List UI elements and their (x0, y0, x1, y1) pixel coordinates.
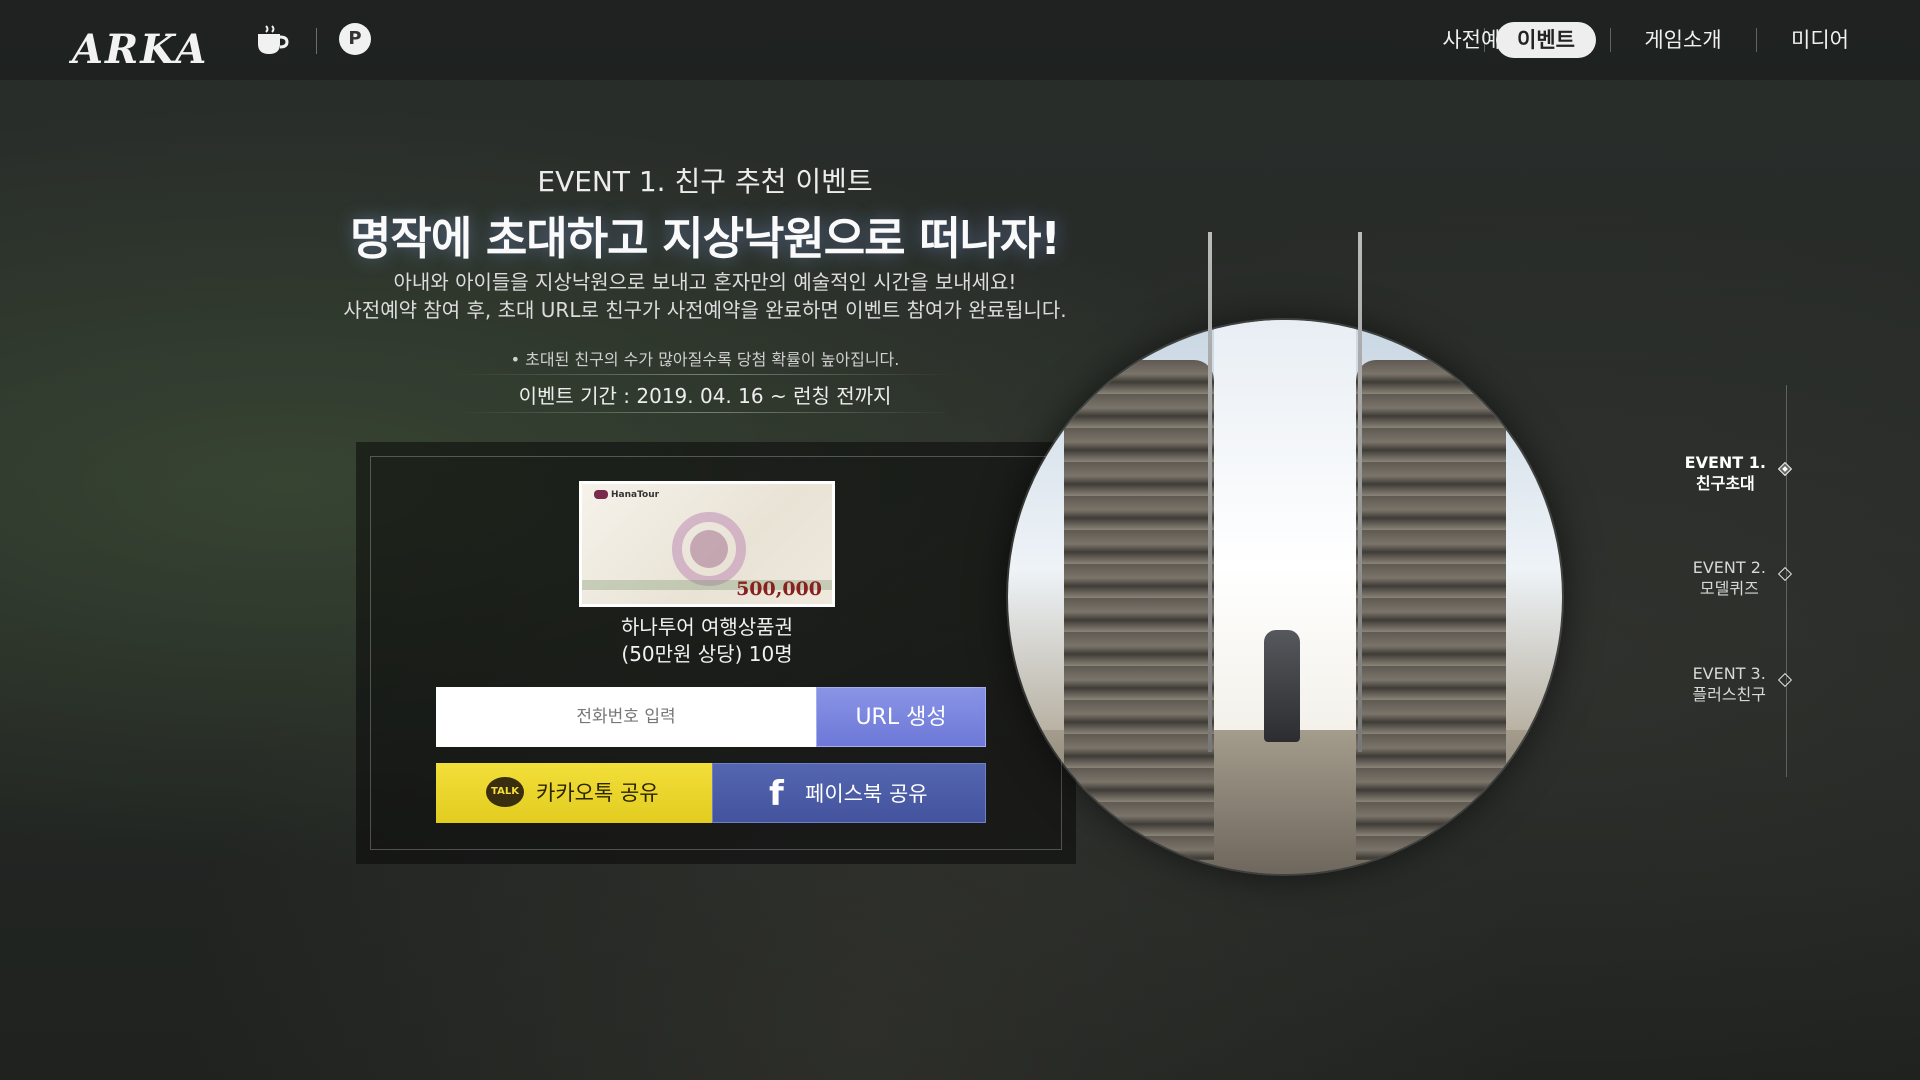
temple-gate-image (1008, 320, 1562, 874)
warrior-figure (1264, 630, 1300, 742)
nav-event[interactable]: 이벤트 (1496, 22, 1596, 58)
desc-line-1: 아내와 아이들을 지상낙원으로 보내고 혼자만의 예술적인 시간을 보내세요! (393, 270, 1017, 294)
event-title: 명작에 초대하고 지상낙원으로 떠나자! (350, 212, 1061, 265)
voucher-brand: HanaTour (594, 490, 659, 500)
prize-line-2: (50만원 상당) 10명 (621, 642, 793, 666)
gate-left-tower (1064, 360, 1214, 860)
side-nav-event-name: 모델퀴즈 (1699, 579, 1759, 598)
globe-center (690, 530, 728, 568)
desc-line-2: 사전예약 참여 후, 초대 URL로 친구가 사전예약을 완료하면 이벤트 참여… (343, 298, 1067, 322)
diamond-icon (1777, 566, 1793, 582)
prize-description: 하나투어 여행상품권 (50만원 상당) 10명 (560, 614, 854, 668)
nav-separator (1610, 28, 1611, 52)
diamond-icon (1777, 461, 1793, 477)
header-divider (316, 28, 317, 54)
event-period: 이벤트 기간 : 2019. 04. 16 ~ 런칭 전까지 (518, 384, 892, 408)
gate-frame-left (1208, 232, 1212, 752)
arka-logo[interactable]: ARKA (72, 10, 222, 73)
generate-url-button[interactable]: URL 생성 (816, 687, 986, 747)
event-note: • 초대된 친구의 수가 많아질수록 당첨 확률이 높아집니다. (510, 350, 900, 369)
event-description: 아내와 아이들을 지상낙원으로 보내고 혼자만의 예술적인 시간을 보내세요! … (300, 268, 1110, 324)
gate-right-tower (1356, 360, 1506, 860)
diamond-icon (1777, 672, 1793, 688)
nav-game-intro[interactable]: 게임소개 (1618, 22, 1748, 58)
phone-number-input[interactable] (436, 687, 816, 747)
hanatour-voucher-image: HanaTour 500,000 (582, 484, 832, 604)
side-nav-label: EVENT 3. 플러스친구 (1692, 663, 1766, 705)
nav-media[interactable]: 미디어 (1760, 22, 1880, 58)
hanatour-logo-icon (594, 490, 608, 499)
facebook-share-button[interactable]: f 페이스북 공유 (712, 763, 986, 823)
voucher-amount: 500,000 (736, 578, 822, 600)
prize-line-1: 하나투어 여행상품권 (621, 615, 793, 639)
header-bar: ARKA P 사전예약 이벤트 게임소개 미디어 (0, 0, 1920, 80)
kakaotalk-share-button[interactable]: TALK 카카오톡 공유 (436, 763, 712, 823)
side-nav-event-name: 플러스친구 (1692, 685, 1766, 704)
side-nav-event-number: EVENT 3. (1692, 664, 1766, 683)
side-nav-label: EVENT 2. 모델퀴즈 (1693, 557, 1766, 599)
divider (455, 412, 955, 413)
facebook-share-label: 페이스북 공유 (805, 782, 928, 806)
side-nav-event-name: 친구초대 (1695, 474, 1755, 493)
p-icon[interactable]: P (339, 23, 371, 55)
side-nav-event-number: EVENT 2. (1692, 558, 1766, 577)
cup-icon[interactable] (254, 24, 290, 58)
facebook-icon: f (769, 774, 784, 814)
kakaotalk-share-label: 카카오톡 공유 (536, 781, 659, 805)
divider (455, 374, 955, 375)
event-subtitle: EVENT 1. 친구 추천 이벤트 (537, 165, 873, 198)
kakaotalk-icon: TALK (486, 777, 524, 807)
side-nav-event-2[interactable]: EVENT 2. 모델퀴즈 (1660, 557, 1800, 607)
gate-frame-right (1358, 232, 1362, 752)
nav-separator (1484, 28, 1485, 52)
side-nav-label: EVENT 1. 친구초대 (1685, 452, 1766, 494)
side-nav-event-1[interactable]: EVENT 1. 친구초대 (1660, 452, 1800, 502)
logo-text: ARKA (72, 26, 209, 73)
nav-separator (1756, 28, 1757, 52)
side-nav-event-3[interactable]: EVENT 3. 플러스친구 (1660, 663, 1800, 713)
side-nav-event-number: EVENT 1. (1684, 453, 1766, 472)
